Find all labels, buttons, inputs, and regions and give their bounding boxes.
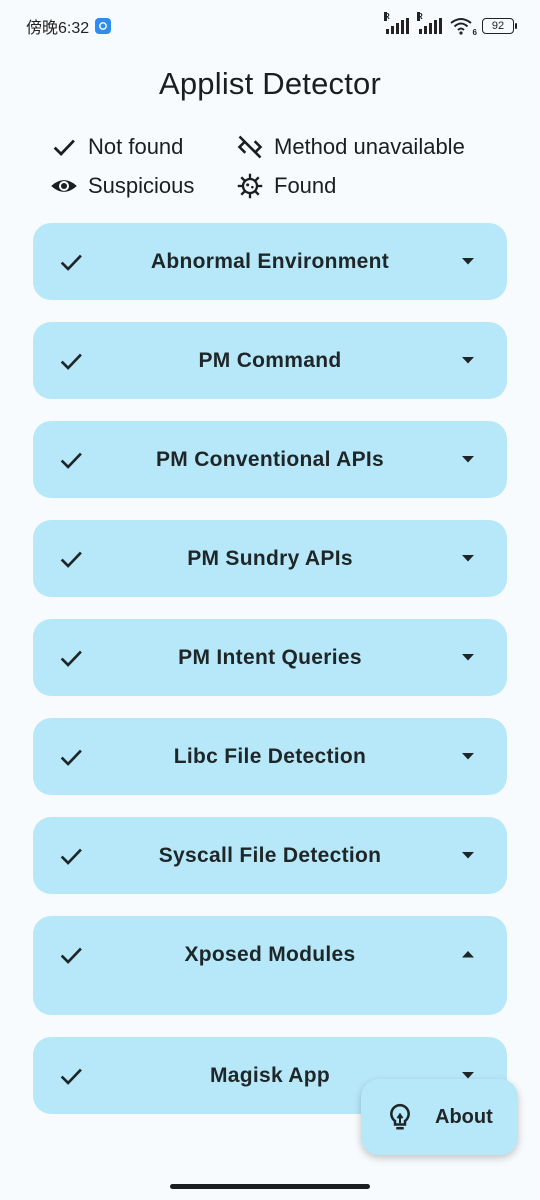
legend-not-found: Not found bbox=[50, 133, 183, 161]
legend-suspicious-label: Suspicious bbox=[88, 173, 195, 198]
wifi-icon: 6 bbox=[450, 17, 477, 37]
signal-tag: R bbox=[384, 12, 390, 21]
home-indicator[interactable] bbox=[170, 1184, 370, 1189]
card-label: PM Intent Queries bbox=[178, 645, 362, 669]
lightbulb-icon bbox=[390, 1103, 410, 1130]
virus-icon bbox=[237, 173, 263, 199]
check-icon bbox=[60, 848, 82, 865]
card-label: Abnormal Environment bbox=[150, 249, 390, 273]
signal-icon-2: R bbox=[417, 12, 442, 34]
expand-arrow-icon[interactable] bbox=[461, 850, 475, 860]
card-label: Libc File Detection bbox=[173, 744, 367, 768]
battery-icon: 92 bbox=[482, 18, 517, 34]
legend-not-found-label: Not found bbox=[88, 134, 184, 159]
expand-arrow-icon[interactable] bbox=[461, 454, 475, 464]
about-label: About bbox=[435, 1105, 493, 1128]
battery-level: 92 bbox=[491, 20, 505, 32]
code-off-icon bbox=[237, 135, 263, 159]
eye-icon bbox=[51, 180, 77, 192]
card-label: PM Conventional APIs bbox=[155, 447, 385, 471]
card-libc-file-detection[interactable]: Libc File Detection bbox=[33, 718, 507, 795]
expand-arrow-icon[interactable] bbox=[461, 751, 475, 761]
check-icon bbox=[53, 139, 75, 157]
card-label: Syscall File Detection bbox=[158, 843, 382, 867]
legend-method-unavailable: Method unavailable bbox=[236, 133, 465, 161]
check-icon bbox=[60, 353, 82, 370]
card-label: PM Sundry APIs bbox=[187, 546, 353, 570]
check-icon bbox=[60, 749, 82, 766]
legend: Not found Method unavailable Suspicious bbox=[50, 128, 510, 208]
status-left: 傍晚6:32 bbox=[26, 14, 112, 38]
about-fab[interactable]: About bbox=[361, 1079, 518, 1155]
page-title: Applist Detector bbox=[158, 66, 382, 101]
expand-arrow-icon[interactable] bbox=[461, 256, 475, 266]
card-pm-command[interactable]: PM Command bbox=[33, 322, 507, 399]
legend-found-label: Found bbox=[274, 173, 337, 198]
check-icon bbox=[60, 947, 82, 964]
legend-method-unavailable-label: Method unavailable bbox=[274, 134, 465, 159]
check-icon bbox=[60, 551, 82, 568]
signal-tag-2: R bbox=[417, 12, 423, 21]
signal-icon: R bbox=[384, 12, 409, 34]
expand-arrow-icon[interactable] bbox=[461, 553, 475, 563]
check-icon bbox=[60, 1068, 82, 1085]
check-icon bbox=[60, 650, 82, 667]
legend-found: Found bbox=[236, 172, 336, 200]
check-icon bbox=[60, 254, 82, 271]
card-pm-conventional-apis[interactable]: PM Conventional APIs bbox=[33, 421, 507, 498]
status-right: R R 6 92 bbox=[384, 12, 517, 37]
legend-suspicious: Suspicious bbox=[50, 172, 194, 200]
card-pm-intent-queries[interactable]: PM Intent Queries bbox=[33, 619, 507, 696]
card-abnormal-environment[interactable]: Abnormal Environment bbox=[33, 223, 507, 300]
check-icon bbox=[60, 452, 82, 469]
card-label: Xposed Modules bbox=[184, 942, 356, 966]
status-time: 傍晚6:32 bbox=[26, 20, 90, 37]
expand-arrow-icon[interactable] bbox=[461, 355, 475, 365]
card-pm-sundry-apis[interactable]: PM Sundry APIs bbox=[33, 520, 507, 597]
collapse-arrow-icon[interactable] bbox=[461, 949, 475, 959]
expand-arrow-icon[interactable] bbox=[461, 652, 475, 662]
card-syscall-file-detection[interactable]: Syscall File Detection bbox=[33, 817, 507, 894]
notification-app-icon bbox=[95, 18, 112, 34]
status-bar: 傍晚6:32 R R 6 92 bbox=[0, 0, 540, 52]
wifi-tag: 6 bbox=[472, 28, 477, 37]
card-xposed-modules[interactable]: Xposed Modules bbox=[33, 916, 507, 1015]
card-label: PM Command bbox=[198, 348, 342, 372]
